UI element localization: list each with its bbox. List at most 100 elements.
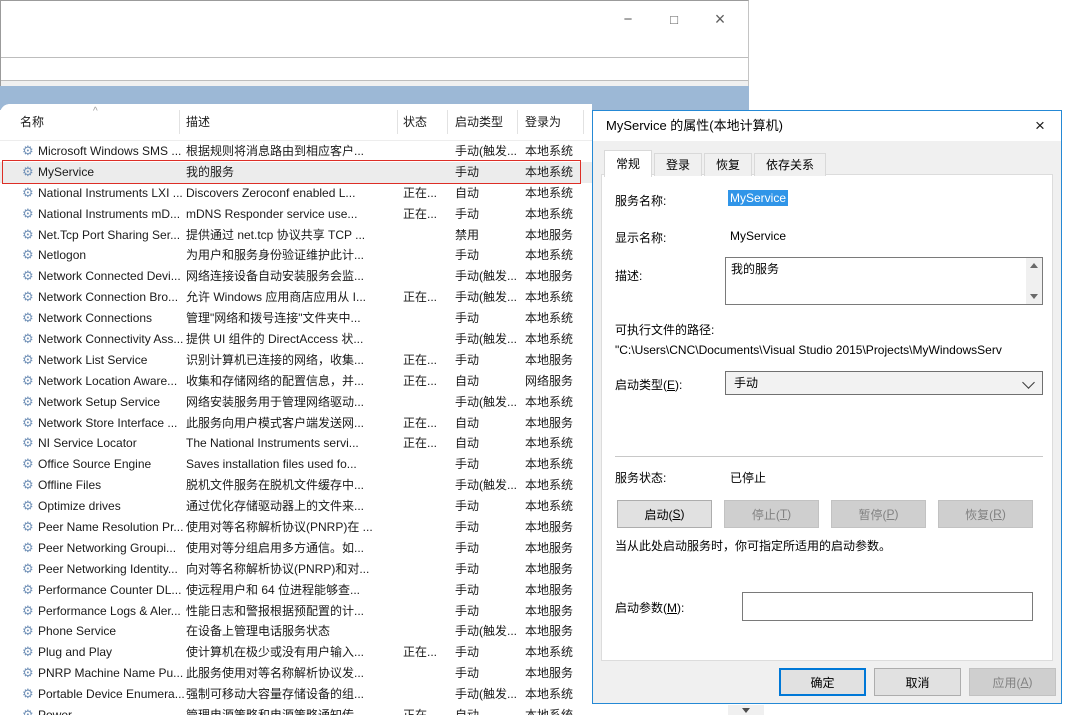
service-status [403,663,450,684]
table-row[interactable]: ⚙ NI Service Locator The National Instru… [0,433,592,454]
service-startup-type: 手动(触发... [455,266,521,287]
apply-button[interactable]: 应用(A) [969,668,1056,696]
service-status [403,580,450,601]
service-startup-type: 手动(触发... [455,329,521,350]
service-logon-as: 本地系统 [525,433,585,454]
service-status: 正在... [403,705,450,715]
table-row[interactable]: ⚙ Performance Logs & Aler... 性能日志和警报根据预配… [0,601,592,622]
service-control-buttons: 启动(S) 停止(T) 暂停(P) 恢复(R) [617,500,1033,528]
service-name: National Instruments LXI ... [38,183,184,204]
table-row[interactable]: ⚙ Network Connected Devi... 网络连接设备自动安装服务… [0,266,592,287]
scroll-up-icon[interactable] [1026,258,1042,273]
cancel-button[interactable]: 取消 [874,668,961,696]
column-header-description[interactable]: 描述 [186,104,210,140]
service-startup-type: 手动 [455,559,521,580]
service-gear-icon: ⚙ [22,329,37,350]
tab-dependencies[interactable]: 依存关系 [754,153,826,176]
scrollbar-remnant[interactable] [728,705,764,715]
tab-page-general: 服务名称: MyService 显示名称: MyService 描述: 我的服务… [601,174,1053,661]
table-row[interactable]: ⚙ Performance Counter DL... 使远程用户和 64 位进… [0,580,592,601]
table-row[interactable]: ⚙ Optimize drives 通过优化存储驱动器上的文件来... 手动 本… [0,496,592,517]
services-list-header: 名称 ^ 描述 状态 启动类型 登录为 [0,104,592,141]
service-startup-type: 手动 [455,454,521,475]
table-row[interactable]: ⚙ Peer Name Resolution Pr... 使用对等名称解析协议(… [0,517,592,538]
column-header-startup-type[interactable]: 启动类型 [455,104,503,140]
service-status: 正在... [403,204,450,225]
table-row[interactable]: ⚙ Peer Networking Identity... 向对等名称解析协议(… [0,559,592,580]
resume-button[interactable]: 恢复(R) [938,500,1033,528]
table-row[interactable]: ⚙ Network Store Interface ... 此服务向用户模式客户… [0,413,592,434]
service-name: National Instruments mD... [38,204,184,225]
tab-general[interactable]: 常规 [604,150,652,177]
service-logon-as: 本地服务 [525,517,585,538]
service-logon-as: 本地系统 [525,308,585,329]
startup-type-select[interactable]: 手动 [725,371,1043,395]
table-row[interactable]: ⚙ PNRP Machine Name Pu... 此服务使用对等名称解析协议发… [0,663,592,684]
service-description: 收集和存储网络的配置信息，并... [186,371,398,392]
table-row[interactable]: ⚙ Network Location Aware... 收集和存储网络的配置信息… [0,371,592,392]
description-textarea[interactable]: 我的服务 [725,257,1043,305]
table-row[interactable]: ⚙ Peer Networking Groupi... 使用对等分组启用多方通信… [0,538,592,559]
table-row[interactable]: ⚙ Network Connectivity Ass... 提供 UI 组件的 … [0,329,592,350]
service-logon-as: 本地系统 [525,183,585,204]
service-gear-icon: ⚙ [22,621,37,642]
service-name: Netlogon [38,245,184,266]
pause-button[interactable]: 暂停(P) [831,500,926,528]
column-header-name[interactable]: 名称 [20,104,44,140]
table-row[interactable]: ⚙ MyService 我的服务 手动 本地系统 [0,162,592,183]
close-icon[interactable]: × [708,7,732,31]
table-row[interactable]: ⚙ Netlogon 为用户和服务身份验证维护此计... 手动 本地系统 [0,245,592,266]
table-row[interactable]: ⚙ Plug and Play 使计算机在极少或没有用户输入... 正在... … [0,642,592,663]
tab-logon[interactable]: 登录 [654,153,702,176]
service-status [403,245,450,266]
column-header-status[interactable]: 状态 [403,104,427,140]
table-row[interactable]: ⚙ Network Connections 管理"网络和拨号连接"文件夹中...… [0,308,592,329]
column-header-logon-as[interactable]: 登录为 [525,104,561,140]
table-row[interactable]: ⚙ Network Setup Service 网络安装服务用于管理网络驱动..… [0,392,592,413]
table-row[interactable]: ⚙ Network Connection Bro... 允许 Windows 应… [0,287,592,308]
dialog-close-icon[interactable]: × [1027,114,1053,138]
service-description: 允许 Windows 应用商店应用从 I... [186,287,398,308]
table-row[interactable]: ⚙ Microsoft Windows SMS ... 根据规则将消息路由到相应… [0,141,592,162]
scroll-down-icon[interactable] [1026,289,1042,304]
description-scrollbar[interactable] [1026,258,1042,304]
service-properties-dialog: MyService 的属性(本地计算机) × 常规 登录 恢复 依存关系 服务名… [592,110,1062,704]
start-params-input[interactable] [742,592,1033,621]
minimize-icon[interactable]: − [616,7,640,31]
table-row[interactable]: ⚙ Office Source Engine Saves installatio… [0,454,592,475]
service-name-value: MyService [728,191,788,205]
exe-path-value: "C:\Users\CNC\Documents\Visual Studio 20… [615,343,1047,357]
ok-button[interactable]: 确定 [779,668,866,696]
tab-recovery[interactable]: 恢复 [704,153,752,176]
service-startup-type: 手动 [455,308,521,329]
column-divider [447,110,448,134]
service-description: The National Instruments servi... [186,433,398,454]
maximize-icon[interactable]: □ [662,7,686,31]
display-name-value: MyService [730,229,786,243]
table-row[interactable]: ⚙ National Instruments mD... mDNS Respon… [0,204,592,225]
start-button[interactable]: 启动(S) [617,500,712,528]
service-logon-as: 本地系统 [525,392,585,413]
service-name: NI Service Locator [38,433,184,454]
stop-button[interactable]: 停止(T) [724,500,819,528]
service-gear-icon: ⚙ [22,183,37,204]
table-row[interactable]: ⚙ Power 管理电源策略和电源策略通知传... 正在... 自动 本地系统 [0,705,592,715]
service-description: 在设备上管理电话服务状态 [186,621,398,642]
caption-buttons: − □ × [616,7,732,31]
table-row[interactable]: ⚙ Network List Service 识别计算机已连接的网络，收集...… [0,350,592,371]
service-name: Network Connectivity Ass... [38,329,184,350]
column-divider [583,110,584,134]
service-status [403,538,450,559]
service-logon-as: 本地服务 [525,413,585,434]
table-row[interactable]: ⚙ Net.Tcp Port Sharing Ser... 提供通过 net.t… [0,225,592,246]
table-row[interactable]: ⚙ Offline Files 脱机文件服务在脱机文件缓存中... 手动(触发.… [0,475,592,496]
table-row[interactable]: ⚙ National Instruments LXI ... Discovers… [0,183,592,204]
table-row[interactable]: ⚙ Portable Device Enumera... 强制可移动大容量存储设… [0,684,592,705]
service-startup-type: 自动 [455,183,521,204]
service-gear-icon: ⚙ [22,413,37,434]
service-description: Saves installation files used fo... [186,454,398,475]
screen: − □ × 名称 ^ 描述 状态 启动类型 登录为 ⚙ Microsoft Wi… [0,0,1076,715]
table-row[interactable]: ⚙ Phone Service 在设备上管理电话服务状态 手动(触发... 本地… [0,621,592,642]
service-description: 管理"网络和拨号连接"文件夹中... [186,308,398,329]
services-table-body: ⚙ Microsoft Windows SMS ... 根据规则将消息路由到相应… [0,141,592,715]
